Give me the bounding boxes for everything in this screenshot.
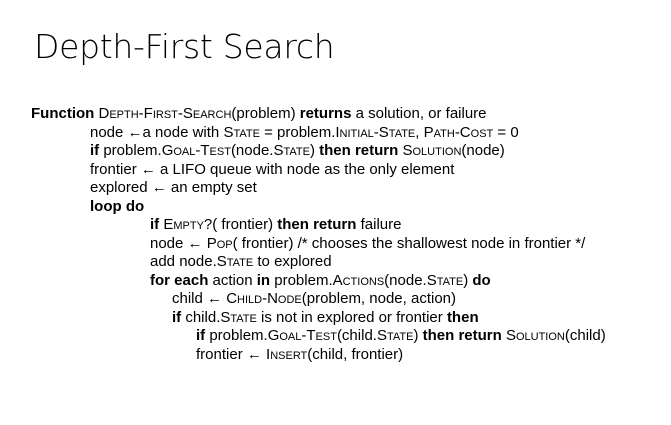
function-name: Pop: [206, 234, 233, 252]
function-name: Goal-Test: [161, 142, 231, 159]
code-text: node ←a node with: [90, 123, 224, 141]
code-text: ): [463, 271, 473, 289]
keyword: do: [472, 271, 491, 289]
function-name: Actions: [332, 271, 385, 289]
code-text: problem.: [99, 142, 162, 159]
function-name: State: [426, 271, 464, 289]
code-text: failure: [356, 216, 402, 233]
keyword: then return: [319, 142, 399, 159]
slide-title: Depth-First Search: [34, 27, 335, 66]
keyword: then return: [422, 327, 502, 344]
keyword: for each: [150, 271, 209, 289]
code-text: (node.: [230, 142, 274, 159]
keyword: if: [150, 216, 160, 233]
pseudocode-line: node ←a node with State = problem.Initia…: [90, 124, 519, 142]
code-text: (problem): [231, 105, 300, 122]
code-text: (child.: [336, 327, 377, 344]
code-text: problem.: [270, 271, 333, 289]
pseudocode-line: if Empty?( frontier) then return failure: [150, 216, 401, 234]
function-name: State: [220, 308, 257, 326]
pseudocode-line: frontier ← a LIFO queue with node as the…: [90, 161, 454, 179]
code-text: add node.: [150, 253, 217, 270]
pseudocode-line: explored ← an empty set: [90, 179, 257, 197]
code-text: ): [309, 142, 320, 159]
code-text: is not in explored or frontier: [256, 308, 447, 326]
code-text: to explored: [253, 253, 332, 270]
function-name: Depth-First-Search: [98, 105, 232, 122]
code-text: ?( frontier): [203, 216, 278, 233]
keyword: in: [256, 271, 271, 289]
function-name: Solution: [402, 142, 462, 159]
function-name: Insert: [266, 345, 308, 363]
keyword: if: [172, 308, 182, 326]
pseudocode-line: child ← Child-Node(problem, node, action…: [172, 290, 456, 308]
code-text: problem.: [205, 327, 268, 344]
keyword: then return: [277, 216, 357, 233]
code-text: a solution, or failure: [351, 105, 487, 122]
function-name: State: [223, 123, 260, 141]
pseudocode-line: frontier ← Insert(child, frontier): [196, 346, 403, 364]
code-text: = 0: [493, 123, 519, 141]
pseudocode-line: loop do: [90, 198, 144, 216]
code-text: (child): [564, 327, 606, 344]
keyword: if: [90, 142, 100, 159]
code-text: ): [413, 327, 423, 344]
function-name: Solution: [505, 327, 565, 344]
code-text: (node): [461, 142, 505, 159]
pseudocode-line: node ← Pop( frontier) /* chooses the sha…: [150, 235, 585, 253]
code-text: frontier ←: [196, 345, 267, 363]
code-text: action: [208, 271, 257, 289]
code-text: node ←: [150, 234, 207, 252]
code-text: = problem.: [259, 123, 336, 141]
function-name: Empty: [163, 216, 204, 233]
pseudocode-line: Function Depth-First-Search(problem) ret…: [31, 105, 487, 123]
code-text: ,: [415, 123, 424, 141]
pseudocode-line: add node.State to explored: [150, 253, 332, 271]
code-text: explored ← an empty set: [90, 179, 257, 196]
pseudocode-line: if child.State is not in explored or fro…: [172, 309, 479, 327]
keyword: Function: [31, 105, 99, 122]
code-text: frontier ← a LIFO queue with node as the…: [90, 160, 455, 178]
pseudocode-line: for each action in problem.Actions(node.…: [150, 272, 491, 290]
function-name: State: [273, 142, 310, 159]
function-name: Child-Node: [226, 290, 302, 307]
function-name: State: [376, 327, 414, 344]
code-text: (problem, node, action): [301, 290, 456, 307]
pseudocode-line: if problem.Goal-Test(node.State) then re…: [90, 142, 505, 160]
keyword: returns: [299, 105, 352, 122]
function-name: State: [216, 253, 254, 270]
keyword: loop do: [90, 197, 145, 215]
code-text: (node.: [384, 271, 427, 289]
code-text: child.: [181, 308, 221, 326]
code-text: ( frontier) /* chooses the shallowest no…: [232, 234, 586, 252]
keyword: if: [196, 327, 206, 344]
code-text: child ←: [172, 290, 227, 307]
keyword: then: [446, 308, 479, 326]
function-name: Goal-Test: [267, 327, 337, 344]
function-name: Path-Cost: [423, 123, 494, 141]
function-name: Initial-State: [335, 123, 416, 141]
code-text: (child, frontier): [307, 345, 404, 363]
pseudocode-line: if problem.Goal-Test(child.State) then r…: [196, 327, 606, 345]
